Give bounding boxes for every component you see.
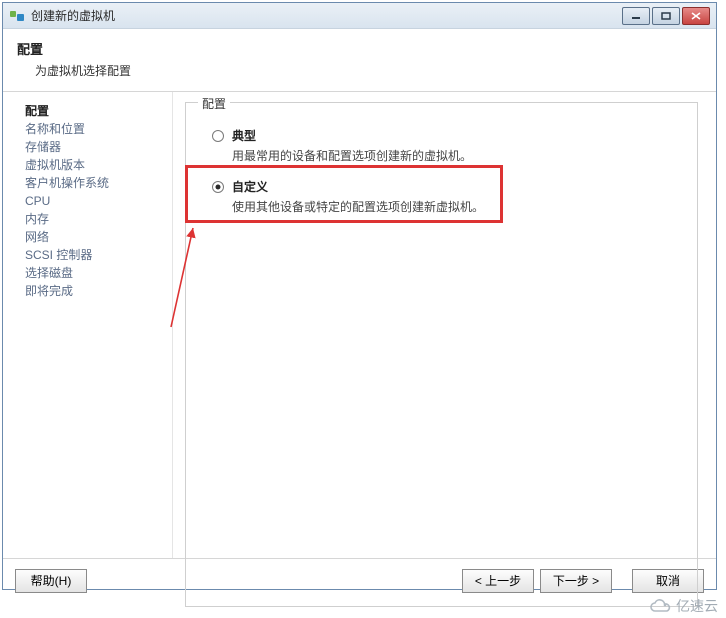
step-configuration[interactable]: 配置 (25, 102, 166, 120)
minimize-button[interactable] (622, 7, 650, 25)
step-network[interactable]: 网络 (25, 228, 166, 246)
app-icon (9, 8, 25, 24)
option-custom-label: 自定义 (232, 178, 268, 195)
step-storage[interactable]: 存储器 (25, 138, 166, 156)
wizard-steps: 配置 名称和位置 存储器 虚拟机版本 客户机操作系统 CPU 内存 网络 SCS… (3, 92, 173, 558)
step-name-location[interactable]: 名称和位置 (25, 120, 166, 138)
window-title: 创建新的虚拟机 (31, 7, 622, 24)
step-memory[interactable]: 内存 (25, 210, 166, 228)
watermark: 亿速云 (648, 596, 718, 616)
step-ready-complete[interactable]: 即将完成 (25, 282, 166, 300)
page-title: 配置 (17, 39, 702, 58)
maximize-button[interactable] (652, 7, 680, 25)
step-cpu[interactable]: CPU (25, 192, 166, 210)
fieldset-legend: 配置 (198, 95, 230, 112)
step-vm-version[interactable]: 虚拟机版本 (25, 156, 166, 174)
config-fieldset: 配置 典型 用最常用的设备和配置选项创建新的虚拟机。 自定义 使用其他设备或特定… (185, 102, 698, 607)
watermark-text: 亿速云 (676, 596, 718, 616)
option-typical-desc: 用最常用的设备和配置选项创建新的虚拟机。 (232, 147, 681, 164)
wizard-body: 配置 名称和位置 存储器 虚拟机版本 客户机操作系统 CPU 内存 网络 SCS… (3, 92, 716, 558)
window-controls (622, 7, 710, 25)
wizard-header: 配置 为虚拟机选择配置 (3, 29, 716, 92)
radio-custom[interactable] (212, 181, 224, 193)
step-scsi-controller[interactable]: SCSI 控制器 (25, 246, 166, 264)
titlebar: 创建新的虚拟机 (3, 3, 716, 29)
option-typical[interactable]: 典型 用最常用的设备和配置选项创建新的虚拟机。 (212, 127, 681, 164)
step-select-disk[interactable]: 选择磁盘 (25, 264, 166, 282)
option-custom[interactable]: 自定义 使用其他设备或特定的配置选项创建新虚拟机。 (212, 178, 681, 215)
wizard-content: 配置 典型 用最常用的设备和配置选项创建新的虚拟机。 自定义 使用其他设备或特定… (173, 92, 716, 558)
cloud-icon (648, 598, 672, 614)
step-guest-os[interactable]: 客户机操作系统 (25, 174, 166, 192)
page-subtitle: 为虚拟机选择配置 (35, 62, 702, 79)
option-custom-desc: 使用其他设备或特定的配置选项创建新虚拟机。 (232, 198, 681, 215)
close-button[interactable] (682, 7, 710, 25)
radio-typical[interactable] (212, 130, 224, 142)
option-typical-label: 典型 (232, 127, 256, 144)
help-button[interactable]: 帮助(H) (15, 569, 87, 593)
dialog-window: 创建新的虚拟机 配置 为虚拟机选择配置 配置 名称和位置 存储器 虚拟机版本 客… (2, 2, 717, 590)
